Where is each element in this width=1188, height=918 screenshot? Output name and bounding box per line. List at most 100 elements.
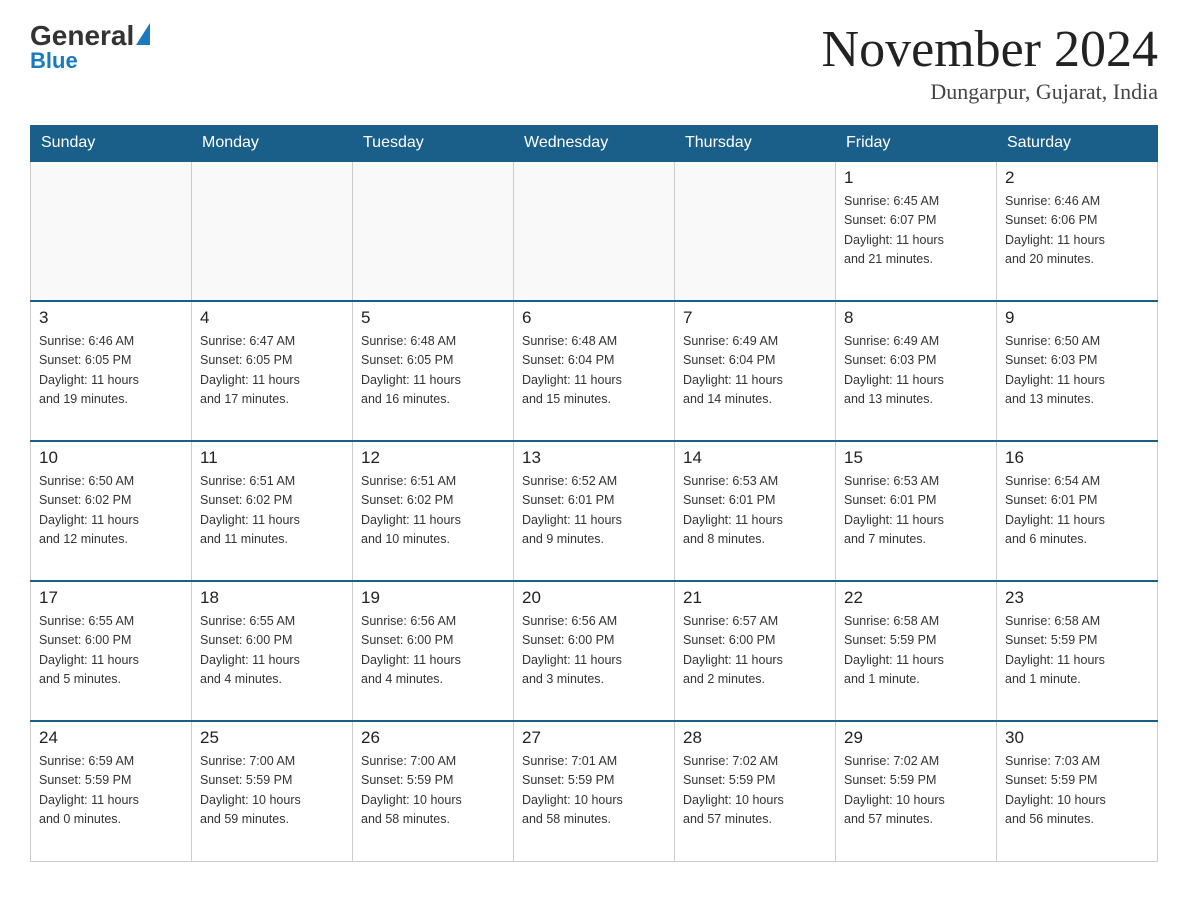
calendar-cell: 22 Sunrise: 6:58 AM Sunset: 5:59 PM Dayli…	[836, 581, 997, 721]
day-number: 27	[522, 728, 666, 748]
day-info: Sunrise: 6:46 AM Sunset: 6:05 PM Dayligh…	[39, 332, 183, 410]
day-info: Sunrise: 6:48 AM Sunset: 6:05 PM Dayligh…	[361, 332, 505, 410]
day-info: Sunrise: 6:50 AM Sunset: 6:03 PM Dayligh…	[1005, 332, 1149, 410]
day-info: Sunrise: 6:51 AM Sunset: 6:02 PM Dayligh…	[200, 472, 344, 550]
day-number: 6	[522, 308, 666, 328]
weekday-header-monday: Monday	[192, 126, 353, 162]
calendar-week-row: 17 Sunrise: 6:55 AM Sunset: 6:00 PM Dayli…	[31, 581, 1158, 721]
calendar-week-row: 24 Sunrise: 6:59 AM Sunset: 5:59 PM Dayli…	[31, 721, 1158, 861]
day-info: Sunrise: 6:55 AM Sunset: 6:00 PM Dayligh…	[200, 612, 344, 690]
calendar-cell: 30Sunrise: 7:03 AM Sunset: 5:59 PM Dayli…	[997, 721, 1158, 861]
calendar-cell	[192, 161, 353, 301]
day-info: Sunrise: 6:58 AM Sunset: 5:59 PM Dayligh…	[844, 612, 988, 690]
weekday-header-sunday: Sunday	[31, 126, 192, 162]
weekday-header-wednesday: Wednesday	[514, 126, 675, 162]
day-number: 5	[361, 308, 505, 328]
day-info: Sunrise: 6:59 AM Sunset: 5:59 PM Dayligh…	[39, 752, 183, 830]
day-info: Sunrise: 6:55 AM Sunset: 6:00 PM Dayligh…	[39, 612, 183, 690]
day-info: Sunrise: 6:46 AM Sunset: 6:06 PM Dayligh…	[1005, 192, 1149, 270]
logo-triangle-icon	[136, 23, 150, 45]
day-number: 1	[844, 168, 988, 188]
calendar-cell: 20 Sunrise: 6:56 AM Sunset: 6:00 PM Dayli…	[514, 581, 675, 721]
calendar-cell: 4Sunrise: 6:47 AM Sunset: 6:05 PM Daylig…	[192, 301, 353, 441]
day-number: 9	[1005, 308, 1149, 328]
weekday-header-friday: Friday	[836, 126, 997, 162]
calendar-cell: 15Sunrise: 6:53 AM Sunset: 6:01 PM Dayli…	[836, 441, 997, 581]
day-info: Sunrise: 7:02 AM Sunset: 5:59 PM Dayligh…	[683, 752, 827, 830]
calendar-header-row: SundayMondayTuesdayWednesdayThursdayFrid…	[31, 126, 1158, 162]
calendar-week-row: 1 Sunrise: 6:45 AM Sunset: 6:07 PM Daylig…	[31, 161, 1158, 301]
day-info: Sunrise: 6:51 AM Sunset: 6:02 PM Dayligh…	[361, 472, 505, 550]
calendar-cell: 1 Sunrise: 6:45 AM Sunset: 6:07 PM Daylig…	[836, 161, 997, 301]
day-info: Sunrise: 7:02 AM Sunset: 5:59 PM Dayligh…	[844, 752, 988, 830]
day-number: 25	[200, 728, 344, 748]
day-number: 2	[1005, 168, 1149, 188]
calendar-cell	[514, 161, 675, 301]
logo: General Blue	[30, 20, 150, 74]
day-number: 13	[522, 448, 666, 468]
day-info: Sunrise: 6:57 AM Sunset: 6:00 PM Dayligh…	[683, 612, 827, 690]
calendar-cell: 2 Sunrise: 6:46 AM Sunset: 6:06 PM Daylig…	[997, 161, 1158, 301]
calendar-cell: 6 Sunrise: 6:48 AM Sunset: 6:04 PM Daylig…	[514, 301, 675, 441]
day-number: 15	[844, 448, 988, 468]
day-number: 18	[200, 588, 344, 608]
weekday-header-saturday: Saturday	[997, 126, 1158, 162]
day-number: 21	[683, 588, 827, 608]
day-info: Sunrise: 6:54 AM Sunset: 6:01 PM Dayligh…	[1005, 472, 1149, 550]
day-info: Sunrise: 6:48 AM Sunset: 6:04 PM Dayligh…	[522, 332, 666, 410]
day-number: 8	[844, 308, 988, 328]
calendar-cell: 23Sunrise: 6:58 AM Sunset: 5:59 PM Dayli…	[997, 581, 1158, 721]
day-info: Sunrise: 7:01 AM Sunset: 5:59 PM Dayligh…	[522, 752, 666, 830]
location-text: Dungarpur, Gujarat, India	[822, 79, 1158, 105]
day-number: 14	[683, 448, 827, 468]
calendar-cell: 8Sunrise: 6:49 AM Sunset: 6:03 PM Daylig…	[836, 301, 997, 441]
calendar-table: SundayMondayTuesdayWednesdayThursdayFrid…	[30, 125, 1158, 862]
day-number: 26	[361, 728, 505, 748]
calendar-cell: 16Sunrise: 6:54 AM Sunset: 6:01 PM Dayli…	[997, 441, 1158, 581]
calendar-cell: 18 Sunrise: 6:55 AM Sunset: 6:00 PM Dayli…	[192, 581, 353, 721]
calendar-cell: 25 Sunrise: 7:00 AM Sunset: 5:59 PM Dayli…	[192, 721, 353, 861]
day-number: 20	[522, 588, 666, 608]
day-info: Sunrise: 6:45 AM Sunset: 6:07 PM Dayligh…	[844, 192, 988, 270]
calendar-cell: 12 Sunrise: 6:51 AM Sunset: 6:02 PM Dayli…	[353, 441, 514, 581]
day-info: Sunrise: 7:00 AM Sunset: 5:59 PM Dayligh…	[200, 752, 344, 830]
day-info: Sunrise: 6:50 AM Sunset: 6:02 PM Dayligh…	[39, 472, 183, 550]
calendar-cell: 27 Sunrise: 7:01 AM Sunset: 5:59 PM Dayli…	[514, 721, 675, 861]
day-number: 19	[361, 588, 505, 608]
calendar-cell: 9 Sunrise: 6:50 AM Sunset: 6:03 PM Daylig…	[997, 301, 1158, 441]
day-info: Sunrise: 7:03 AM Sunset: 5:59 PM Dayligh…	[1005, 752, 1149, 830]
calendar-cell: 28Sunrise: 7:02 AM Sunset: 5:59 PM Dayli…	[675, 721, 836, 861]
calendar-cell: 26 Sunrise: 7:00 AM Sunset: 5:59 PM Dayli…	[353, 721, 514, 861]
day-info: Sunrise: 6:53 AM Sunset: 6:01 PM Dayligh…	[683, 472, 827, 550]
calendar-cell	[353, 161, 514, 301]
title-section: November 2024 Dungarpur, Gujarat, India	[822, 20, 1158, 105]
day-number: 22	[844, 588, 988, 608]
calendar-cell: 5 Sunrise: 6:48 AM Sunset: 6:05 PM Daylig…	[353, 301, 514, 441]
day-info: Sunrise: 6:56 AM Sunset: 6:00 PM Dayligh…	[361, 612, 505, 690]
calendar-cell: 14 Sunrise: 6:53 AM Sunset: 6:01 PM Dayli…	[675, 441, 836, 581]
day-number: 4	[200, 308, 344, 328]
page-header: General Blue November 2024 Dungarpur, Gu…	[30, 20, 1158, 105]
calendar-cell: 11 Sunrise: 6:51 AM Sunset: 6:02 PM Dayli…	[192, 441, 353, 581]
day-number: 17	[39, 588, 183, 608]
weekday-header-thursday: Thursday	[675, 126, 836, 162]
day-number: 12	[361, 448, 505, 468]
day-number: 3	[39, 308, 183, 328]
day-number: 23	[1005, 588, 1149, 608]
calendar-week-row: 3 Sunrise: 6:46 AM Sunset: 6:05 PM Daylig…	[31, 301, 1158, 441]
day-info: Sunrise: 6:49 AM Sunset: 6:04 PM Dayligh…	[683, 332, 827, 410]
day-info: Sunrise: 6:56 AM Sunset: 6:00 PM Dayligh…	[522, 612, 666, 690]
day-number: 24	[39, 728, 183, 748]
calendar-cell: 29 Sunrise: 7:02 AM Sunset: 5:59 PM Dayli…	[836, 721, 997, 861]
day-info: Sunrise: 7:00 AM Sunset: 5:59 PM Dayligh…	[361, 752, 505, 830]
logo-blue-text: Blue	[30, 48, 78, 74]
calendar-cell: 19 Sunrise: 6:56 AM Sunset: 6:00 PM Dayli…	[353, 581, 514, 721]
day-number: 7	[683, 308, 827, 328]
calendar-cell: 7 Sunrise: 6:49 AM Sunset: 6:04 PM Daylig…	[675, 301, 836, 441]
day-number: 10	[39, 448, 183, 468]
day-number: 29	[844, 728, 988, 748]
calendar-cell	[31, 161, 192, 301]
calendar-cell: 24 Sunrise: 6:59 AM Sunset: 5:59 PM Dayli…	[31, 721, 192, 861]
day-info: Sunrise: 6:52 AM Sunset: 6:01 PM Dayligh…	[522, 472, 666, 550]
day-number: 11	[200, 448, 344, 468]
